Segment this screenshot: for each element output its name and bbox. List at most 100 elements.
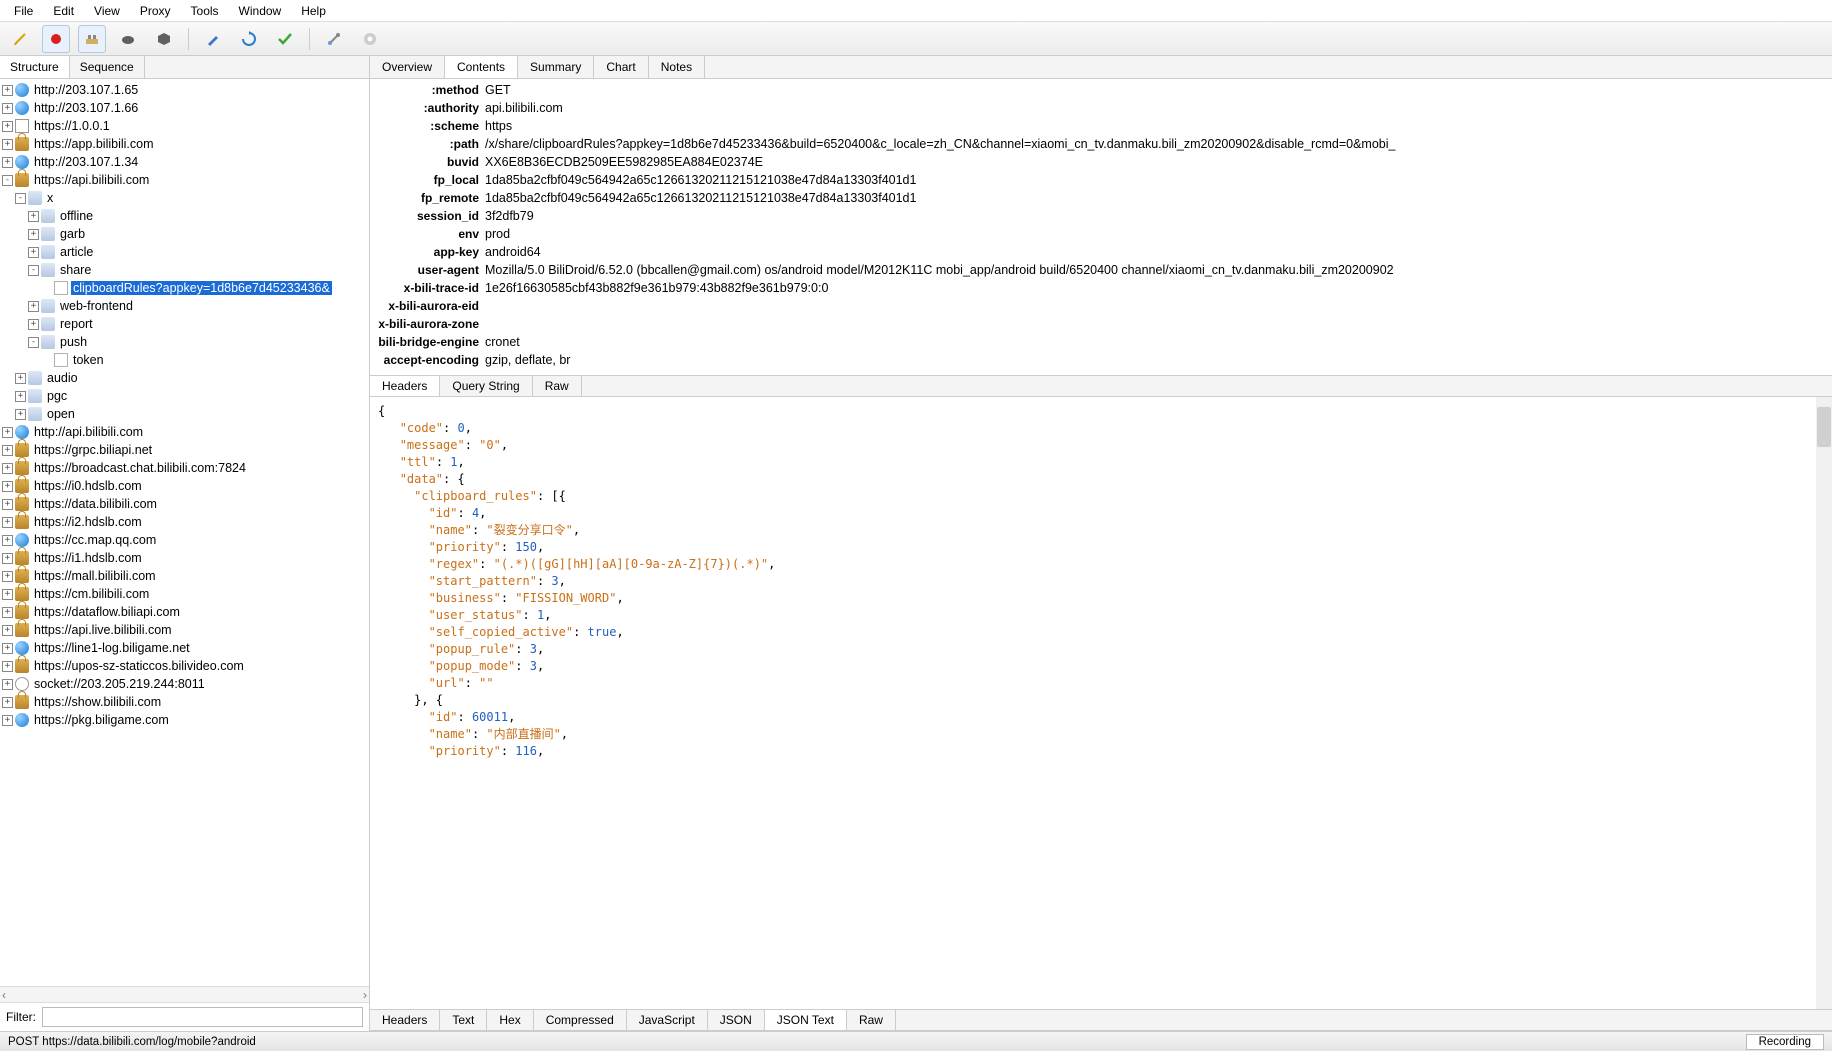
expander-icon[interactable]: + <box>2 517 13 528</box>
expander-icon[interactable]: + <box>2 157 13 168</box>
menu-help[interactable]: Help <box>291 2 336 20</box>
tab-notes[interactable]: Notes <box>649 56 705 78</box>
tree-node[interactable]: +https://data.bilibili.com <box>0 495 369 513</box>
tab-contents[interactable]: Contents <box>445 56 518 78</box>
tab-compressed[interactable]: Compressed <box>534 1010 627 1030</box>
expander-icon[interactable]: + <box>2 85 13 96</box>
menu-edit[interactable]: Edit <box>43 2 84 20</box>
tree-node[interactable]: +https://cc.map.qq.com <box>0 531 369 549</box>
tab-overview[interactable]: Overview <box>370 56 445 78</box>
expander-icon[interactable]: + <box>2 103 13 114</box>
response-body[interactable]: { "code": 0, "message": "0", "ttl": 1, "… <box>370 397 1832 1009</box>
expander-icon[interactable]: + <box>15 391 26 402</box>
expander-icon[interactable]: + <box>28 319 39 330</box>
hex-icon[interactable] <box>150 25 178 53</box>
expander-icon[interactable]: + <box>2 643 13 654</box>
tree-node[interactable]: +https://upos-sz-staticcos.bilivideo.com <box>0 657 369 675</box>
expander-icon[interactable]: + <box>2 535 13 546</box>
tree-node[interactable]: +offline <box>0 207 369 225</box>
turtle-icon[interactable] <box>114 25 142 53</box>
vertical-scrollbar[interactable] <box>1816 397 1832 1009</box>
session-tree[interactable]: +http://203.107.1.65+http://203.107.1.66… <box>0 79 369 986</box>
tree-node[interactable]: +https://1.0.0.1 <box>0 117 369 135</box>
expander-icon[interactable]: + <box>2 679 13 690</box>
tree-node[interactable]: +garb <box>0 225 369 243</box>
expander-icon[interactable]: + <box>2 607 13 618</box>
tree-node[interactable]: +https://cm.bilibili.com <box>0 585 369 603</box>
throttle-icon[interactable] <box>78 25 106 53</box>
expander-icon[interactable]: + <box>28 211 39 222</box>
tree-node[interactable]: +audio <box>0 369 369 387</box>
pen-icon[interactable] <box>199 25 227 53</box>
tree-node[interactable]: +https://mall.bilibili.com <box>0 567 369 585</box>
tree-node[interactable]: +https://dataflow.biliapi.com <box>0 603 369 621</box>
expander-icon[interactable]: + <box>28 229 39 240</box>
tree-node[interactable]: +https://line1-log.biligame.net <box>0 639 369 657</box>
settings-icon[interactable] <box>356 25 384 53</box>
tab-json-text[interactable]: JSON Text <box>765 1010 847 1030</box>
expander-icon[interactable]: + <box>2 553 13 564</box>
tab-headers[interactable]: Headers <box>370 376 440 396</box>
tree-node[interactable]: -https://api.bilibili.com <box>0 171 369 189</box>
expander-icon[interactable]: + <box>2 481 13 492</box>
tree-node[interactable]: +https://i0.hdslb.com <box>0 477 369 495</box>
expander-icon[interactable]: + <box>2 139 13 150</box>
record-icon[interactable] <box>42 25 70 53</box>
tree-node[interactable]: -push <box>0 333 369 351</box>
tree-node[interactable]: +https://i2.hdslb.com <box>0 513 369 531</box>
expander-icon[interactable]: - <box>28 337 39 348</box>
tools-icon[interactable] <box>320 25 348 53</box>
tab-summary[interactable]: Summary <box>518 56 594 78</box>
tree-node[interactable]: +https://pkg.biligame.com <box>0 711 369 729</box>
expander-icon[interactable]: + <box>2 445 13 456</box>
tree-node[interactable]: +http://203.107.1.65 <box>0 81 369 99</box>
tree-node[interactable]: +http://203.107.1.34 <box>0 153 369 171</box>
tree-node[interactable]: +web-frontend <box>0 297 369 315</box>
tree-node[interactable]: +http://api.bilibili.com <box>0 423 369 441</box>
tab-headers[interactable]: Headers <box>370 1010 440 1030</box>
tree-node[interactable]: +https://app.bilibili.com <box>0 135 369 153</box>
horizontal-scrollbar[interactable]: ‹› <box>0 986 369 1002</box>
tree-node[interactable]: +https://show.bilibili.com <box>0 693 369 711</box>
expander-icon[interactable]: + <box>15 409 26 420</box>
tab-structure[interactable]: Structure <box>0 56 70 78</box>
expander-icon[interactable]: + <box>2 427 13 438</box>
expander-icon[interactable]: - <box>15 193 26 204</box>
expander-icon[interactable]: - <box>2 175 13 186</box>
tree-node[interactable]: +https://i1.hdslb.com <box>0 549 369 567</box>
tree-node[interactable]: +https://api.live.bilibili.com <box>0 621 369 639</box>
tab-chart[interactable]: Chart <box>594 56 648 78</box>
tree-node[interactable]: token <box>0 351 369 369</box>
tree-node[interactable]: +https://grpc.biliapi.net <box>0 441 369 459</box>
broom-icon[interactable] <box>6 25 34 53</box>
menu-proxy[interactable]: Proxy <box>130 2 181 20</box>
menu-view[interactable]: View <box>84 2 130 20</box>
tree-node[interactable]: +open <box>0 405 369 423</box>
expander-icon[interactable]: + <box>2 463 13 474</box>
tree-node[interactable]: +article <box>0 243 369 261</box>
expander-icon[interactable]: + <box>2 571 13 582</box>
tab-raw[interactable]: Raw <box>533 376 582 396</box>
tab-query-string[interactable]: Query String <box>440 376 532 396</box>
tree-node[interactable]: -share <box>0 261 369 279</box>
menu-window[interactable]: Window <box>229 2 292 20</box>
tree-node[interactable]: clipboardRules?appkey=1d8b6e7d45233436& <box>0 279 369 297</box>
tab-raw[interactable]: Raw <box>847 1010 896 1030</box>
tree-node[interactable]: -x <box>0 189 369 207</box>
expander-icon[interactable]: + <box>28 247 39 258</box>
menu-file[interactable]: File <box>4 2 43 20</box>
tree-node[interactable]: +report <box>0 315 369 333</box>
tree-node[interactable]: +socket://203.205.219.244:8011 <box>0 675 369 693</box>
tree-node[interactable]: +pgc <box>0 387 369 405</box>
expander-icon[interactable]: + <box>2 715 13 726</box>
filter-input[interactable] <box>42 1007 363 1027</box>
tab-hex[interactable]: Hex <box>487 1010 533 1030</box>
expander-icon[interactable]: + <box>2 499 13 510</box>
menu-tools[interactable]: Tools <box>181 2 229 20</box>
expander-icon[interactable]: - <box>28 265 39 276</box>
tree-node[interactable]: +http://203.107.1.66 <box>0 99 369 117</box>
expander-icon[interactable]: + <box>2 121 13 132</box>
expander-icon[interactable]: + <box>28 301 39 312</box>
refresh-icon[interactable] <box>235 25 263 53</box>
tab-sequence[interactable]: Sequence <box>70 56 145 78</box>
